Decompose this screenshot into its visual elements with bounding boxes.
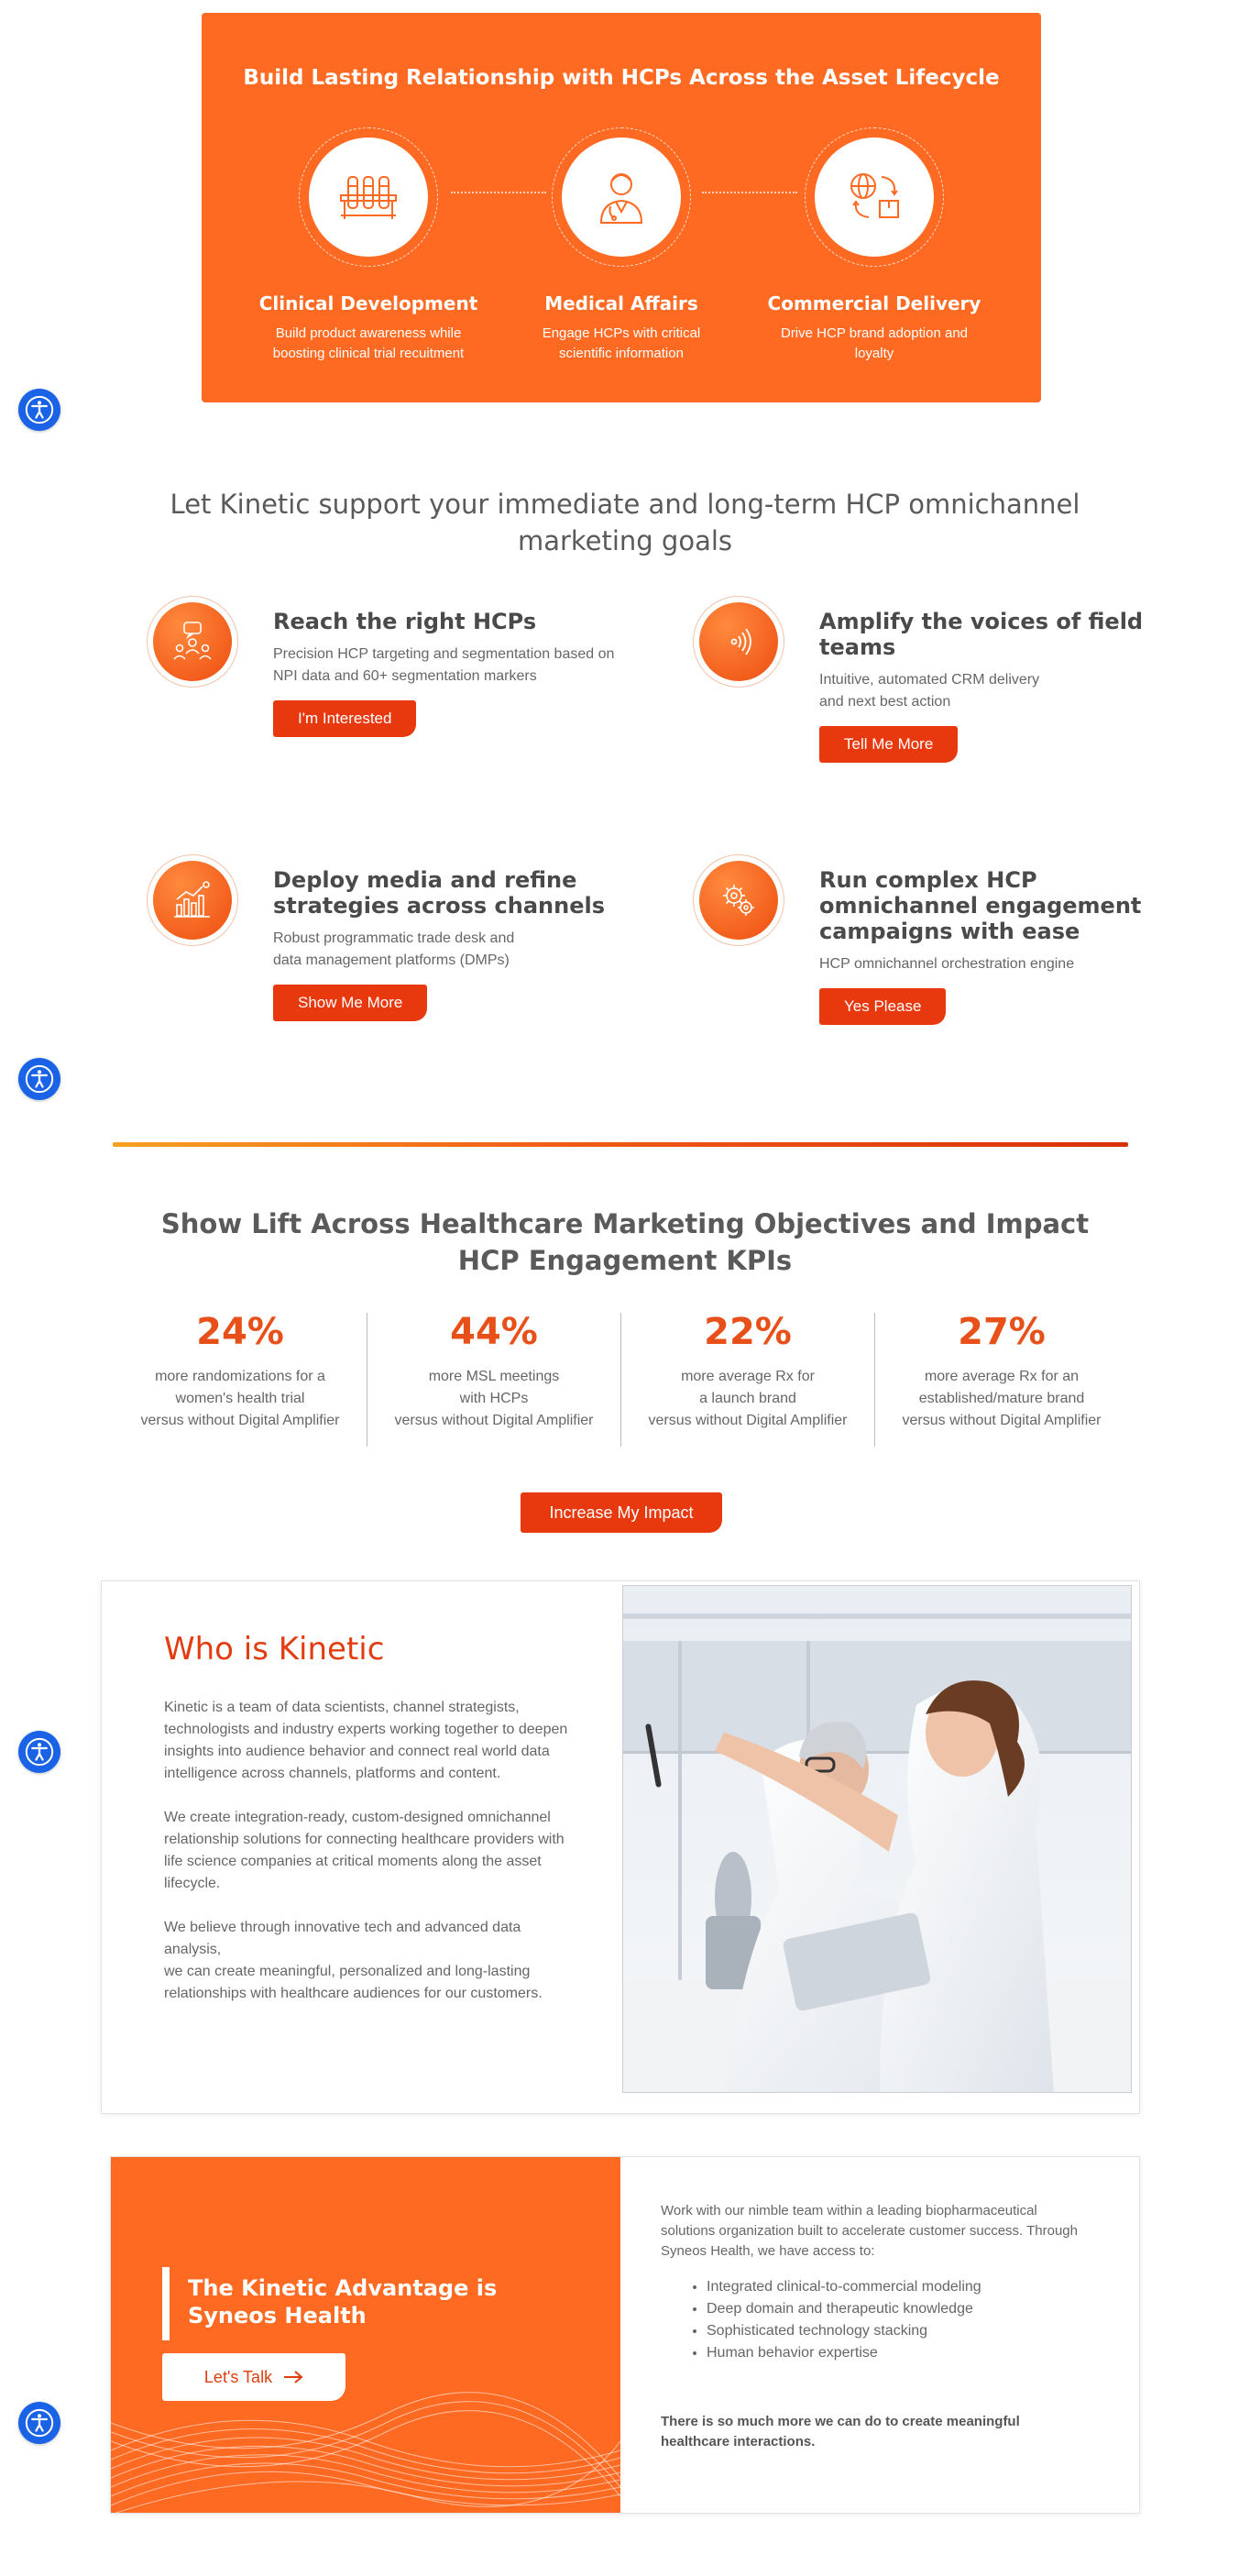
- kpi-value: 44%: [450, 1311, 538, 1353]
- wave-pattern: [111, 2392, 620, 2513]
- feature-title: Reach the right HCPs: [273, 609, 537, 634]
- list-item: Deep domain and therapeutic knowledge: [707, 2298, 1091, 2320]
- stage-text: Engage HCPs with critical scientific inf…: [542, 325, 701, 361]
- stage-title: Medical Affairs: [544, 292, 698, 314]
- lifecycle-title: Build Lasting Relationship with HCPs Acr…: [243, 66, 1000, 90]
- feature-text: Intuitive, automated CRM delivery and ne…: [819, 672, 1040, 710]
- kpi-title: Show Lift Across Healthcare Marketing Ob…: [160, 1208, 1090, 1276]
- stage-clinical-development: Clinical Development Build product aware…: [240, 127, 497, 364]
- broadcast-icon: [730, 628, 751, 655]
- stage-text: Drive HCP brand adoption and loyalty: [780, 325, 969, 361]
- list-item: Human behavior expertise: [707, 2342, 1091, 2364]
- kpi-description: more average Rx for a launch brand versu…: [648, 1369, 848, 1428]
- kpi-item: 22% more average Rx for a launch brand v…: [621, 1311, 874, 1432]
- kpi-item: 24% more randomizations for a women's he…: [114, 1311, 367, 1432]
- feature-text: Robust programmatic trade desk and data …: [273, 930, 515, 968]
- audience-icon: [173, 622, 212, 660]
- advantage-intro: Work with our nimble team within a leadi…: [661, 2203, 1078, 2259]
- stage-medical-affairs: Medical Affairs Engage HCPs with critica…: [493, 127, 750, 364]
- advantage-closing: There is so much more we can do to creat…: [661, 2414, 1020, 2449]
- im-interested-button[interactable]: I'm Interested: [273, 700, 417, 737]
- accessibility-button[interactable]: [18, 389, 60, 431]
- kpi-value: 24%: [196, 1311, 284, 1353]
- analytics-icon: [174, 881, 210, 918]
- section-divider: [113, 1142, 1128, 1147]
- kpi-description: more randomizations for a women's health…: [140, 1369, 340, 1428]
- feature-title: Deploy media and refine strategies acros…: [273, 867, 606, 919]
- accessibility-button[interactable]: [18, 2402, 60, 2444]
- kpi-item: 44% more MSL meetings with HCPs versus w…: [367, 1311, 620, 1432]
- kpi-value: 22%: [704, 1311, 792, 1353]
- list-item: Sophisticated technology stacking: [707, 2320, 1091, 2342]
- kpi-value: 27%: [958, 1311, 1046, 1353]
- test-tubes-icon: [340, 176, 397, 219]
- yes-please-button[interactable]: Yes Please: [819, 988, 947, 1025]
- increase-my-impact-button[interactable]: Increase My Impact: [521, 1492, 722, 1533]
- who-is-kinetic-card: Who is Kinetic Kinetic is a team of data…: [101, 1580, 1140, 2114]
- doctor-icon: [599, 173, 643, 224]
- accent-bar: [162, 2267, 170, 2340]
- lifecycle-banner: Build Lasting Relationship with HCPs Acr…: [202, 13, 1041, 402]
- kpi-item: 27% more average Rx for an established/m…: [875, 1311, 1128, 1432]
- feature-title: Amplify the voices of field teams: [819, 609, 1144, 660]
- globe-delivery-icon: [850, 173, 899, 218]
- who-paragraph: We believe through innovative tech and a…: [164, 1920, 543, 2001]
- feature-text: HCP omnichannel orchestration engine: [819, 956, 1075, 972]
- accessibility-icon: [25, 1064, 54, 1094]
- kpi-description: more MSL meetings with HCPs versus witho…: [394, 1369, 594, 1428]
- goals-title: Let Kinetic support your immediate and l…: [170, 489, 1080, 556]
- tell-me-more-button[interactable]: Tell Me More: [819, 726, 959, 763]
- list-item: Integrated clinical-to-commercial modeli…: [707, 2276, 1091, 2298]
- feature-text: Precision HCP targeting and segmentation…: [273, 646, 615, 684]
- accessibility-icon: [25, 1737, 54, 1767]
- lets-talk-label: Let's Talk: [203, 2367, 273, 2386]
- advantage-title: The Kinetic Advantage is Syneos Health: [188, 2275, 498, 2328]
- stage-title: Clinical Development: [258, 292, 478, 314]
- accessibility-icon: [25, 395, 54, 424]
- stage-title: Commercial Delivery: [767, 292, 981, 314]
- who-title: Who is Kinetic: [164, 1631, 385, 1668]
- stage-commercial-delivery: Commercial Delivery Drive HCP brand adop…: [746, 127, 1003, 364]
- who-paragraph: We create integration-ready, custom-desi…: [164, 1810, 565, 1891]
- feature-title: Run complex HCP omnichannel engagement c…: [819, 867, 1142, 944]
- accessibility-button[interactable]: [18, 1058, 60, 1100]
- kpi-description: more average Rx for an established/matur…: [902, 1369, 1102, 1428]
- accessibility-icon: [25, 2408, 54, 2438]
- who-paragraph: Kinetic is a team of data scientists, ch…: [164, 1700, 568, 1781]
- kinetic-advantage-card: The Kinetic Advantage is Syneos Health L…: [110, 2156, 1140, 2514]
- advantage-list: Integrated clinical-to-commercial modeli…: [707, 2276, 1091, 2364]
- stage-text: Build product awareness while boosting c…: [272, 325, 465, 361]
- accessibility-button[interactable]: [18, 1731, 60, 1773]
- gears-icon: [723, 885, 754, 916]
- arrow-right-icon: [284, 2371, 303, 2383]
- scientists-photo: [622, 1585, 1132, 2093]
- show-me-more-button[interactable]: Show Me More: [273, 985, 428, 1021]
